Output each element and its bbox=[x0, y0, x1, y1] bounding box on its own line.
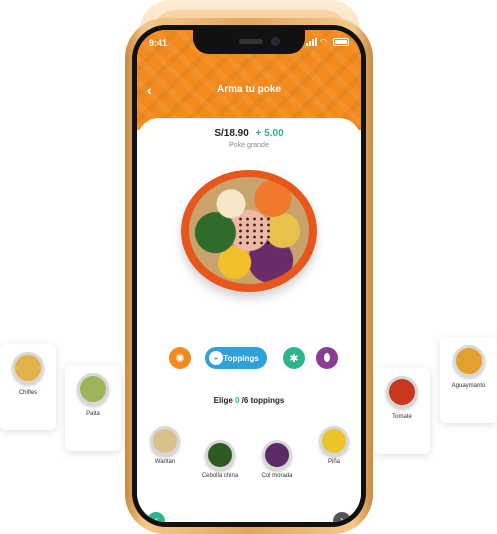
floating-card-tomate[interactable]: Tomate bbox=[374, 368, 430, 454]
prompt-prefix: Elige bbox=[213, 396, 235, 405]
status-icons: ◠ bbox=[306, 38, 349, 46]
floating-card-palta[interactable]: Palta bbox=[65, 365, 121, 451]
pina-label: Piña bbox=[327, 459, 340, 465]
topping-option-pina[interactable]: Piña bbox=[314, 426, 354, 465]
topping-option-col-morada[interactable]: Col morada bbox=[257, 440, 297, 479]
chifles-dish bbox=[12, 352, 44, 384]
topping-option-wantan[interactable]: Wantan bbox=[145, 426, 185, 465]
battery-icon bbox=[333, 38, 349, 46]
wantan-dish bbox=[150, 426, 180, 456]
drop-icon[interactable]: ⬮ bbox=[316, 347, 338, 369]
palta-dish bbox=[77, 373, 109, 405]
phone-frame: 9:41 ◠ ‹ Arma tu poke S/18.90 + 5.00 Pok… bbox=[125, 18, 373, 534]
prev-button[interactable]: ‹ bbox=[147, 512, 165, 522]
tomate-label: Tomate bbox=[392, 414, 412, 420]
next-button[interactable]: › bbox=[333, 512, 351, 522]
prompt-suffix: /6 toppings bbox=[239, 396, 285, 405]
floating-card-aguaymanto[interactable]: Aguaymanto bbox=[440, 337, 497, 423]
col-morada-label: Col morada bbox=[261, 473, 293, 479]
bowl-contents bbox=[189, 177, 309, 284]
pina-dish bbox=[319, 426, 349, 456]
aguaymanto-dish bbox=[452, 345, 485, 377]
tab-toppings-label: Toppings bbox=[223, 353, 259, 363]
bowl-icon: ◒ bbox=[209, 351, 223, 365]
base-price: S/18.90 bbox=[214, 128, 249, 139]
col-morada-dish bbox=[262, 440, 292, 470]
aguaymanto-label: Aguaymanto bbox=[451, 383, 486, 389]
page-title: Arma tu poke bbox=[217, 84, 281, 95]
notch bbox=[193, 30, 305, 54]
floating-card-chifles[interactable]: Chifles bbox=[0, 344, 56, 430]
wifi-icon: ◠ bbox=[320, 37, 327, 46]
extra-price: + 5.00 bbox=[255, 128, 284, 139]
speaker bbox=[239, 39, 263, 44]
phone-screen: 9:41 ◠ ‹ Arma tu poke S/18.90 + 5.00 Pok… bbox=[137, 30, 361, 522]
topping-option-cebolla-china[interactable]: Cebolla china bbox=[200, 440, 240, 479]
octopus-icon[interactable]: ✺ bbox=[169, 347, 191, 369]
palta-label: Palta bbox=[86, 411, 100, 417]
topping-prompt: Elige 0 /6 toppings bbox=[137, 396, 361, 405]
wantan-label: Wantan bbox=[154, 459, 176, 465]
cebolla-china-label: Cebolla china bbox=[201, 473, 239, 479]
cebolla-china-dish bbox=[205, 440, 235, 470]
poke-bowl-image bbox=[181, 170, 317, 292]
app-header: 9:41 ◠ ‹ Arma tu poke bbox=[137, 30, 361, 130]
snowflake-icon[interactable]: ✱ bbox=[283, 347, 305, 369]
signal-icon bbox=[306, 38, 317, 46]
status-time: 9:41 bbox=[149, 38, 168, 48]
camera bbox=[271, 37, 280, 46]
category-tabs: ✺ ◒ Toppings ✱ ⬮ bbox=[137, 347, 361, 371]
tomate-dish bbox=[386, 376, 418, 408]
tab-toppings[interactable]: ◒ Toppings bbox=[205, 347, 267, 369]
phone-bezel: 9:41 ◠ ‹ Arma tu poke S/18.90 + 5.00 Pok… bbox=[132, 25, 366, 527]
builder-card: S/18.90 + 5.00 Poke grande ✺ ◒ Toppings … bbox=[137, 118, 361, 522]
sesame-seeds bbox=[237, 215, 273, 246]
bowl-size: Poke grande bbox=[229, 142, 269, 149]
price-row: S/18.90 + 5.00 bbox=[137, 128, 361, 139]
chifles-label: Chifles bbox=[18, 390, 38, 396]
